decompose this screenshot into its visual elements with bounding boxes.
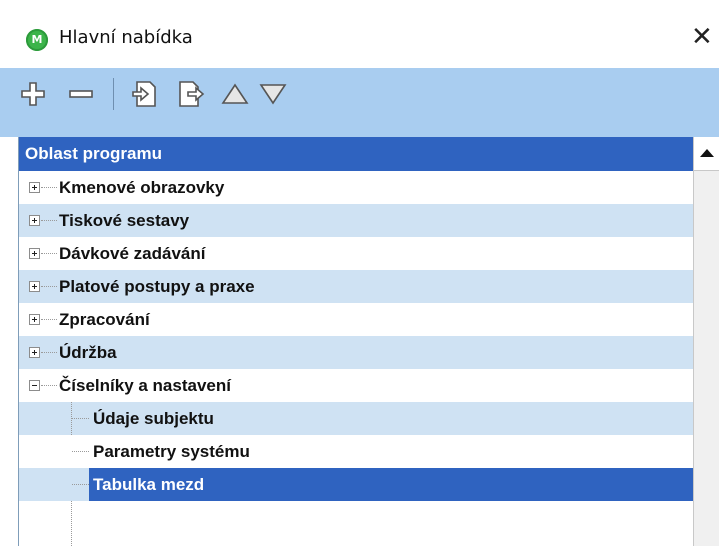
window-title: Hlavní nabídka xyxy=(59,27,193,48)
tree-item-label: Číselníky a nastavení xyxy=(59,376,231,395)
panel-gap xyxy=(0,120,719,137)
tree-item-label: Parametry systému xyxy=(93,442,250,461)
tree-item-davkove-zadavani[interactable]: Dávkové zadávání xyxy=(19,237,694,270)
import-button[interactable] xyxy=(130,79,160,109)
title-bar: M Hlavní nabídka ✕ xyxy=(0,0,719,68)
main-menu-window: M Hlavní nabídka ✕ Oblast programu Kmeno… xyxy=(0,0,719,546)
expand-plus-icon[interactable] xyxy=(29,314,40,325)
tree-item-label: Tiskové sestavy xyxy=(59,211,190,230)
tree-connector xyxy=(41,385,57,387)
expand-plus-icon[interactable] xyxy=(29,182,40,193)
scroll-up-button[interactable] xyxy=(694,137,719,171)
tree-connector xyxy=(41,187,57,189)
remove-icon xyxy=(69,90,93,98)
tree-item-tiskove-sestavy[interactable]: Tiskové sestavy xyxy=(19,204,694,237)
export-icon xyxy=(179,81,205,107)
app-logo-icon: M xyxy=(26,29,48,51)
tree-child-parametry-systemu[interactable]: Parametry systému xyxy=(19,435,694,468)
tree-column-header[interactable]: Oblast programu xyxy=(19,137,694,171)
toolbar-separator xyxy=(113,78,114,110)
tree-child-tabulka-mezd[interactable]: Tabulka mezd xyxy=(19,468,694,501)
tree-item-kmenove-obrazovky[interactable]: Kmenové obrazovky xyxy=(19,171,694,204)
export-button[interactable] xyxy=(176,79,206,109)
tree-item-label: Zpracování xyxy=(59,310,150,329)
tree-item-label: Kmenové obrazovky xyxy=(59,178,225,197)
expand-plus-icon[interactable] xyxy=(29,248,40,259)
tree-item-udrzba[interactable]: Údržba xyxy=(19,336,694,369)
tree-item-label: Údaje subjektu xyxy=(93,409,214,428)
expand-plus-icon[interactable] xyxy=(29,281,40,292)
move-up-button[interactable] xyxy=(220,79,250,109)
tree-item-platove-postupy[interactable]: Platové postupy a praxe xyxy=(19,270,694,303)
collapse-minus-icon[interactable] xyxy=(29,380,40,391)
tree-child-udaje-subjektu[interactable]: Údaje subjektu xyxy=(19,402,694,435)
tree-connector xyxy=(41,286,57,288)
move-down-button[interactable] xyxy=(258,79,288,109)
tree-connector xyxy=(41,319,57,321)
tree-item-label: Údržba xyxy=(59,343,117,362)
remove-button[interactable] xyxy=(66,79,96,109)
close-button[interactable]: ✕ xyxy=(691,22,713,52)
import-icon xyxy=(132,81,156,107)
expand-plus-icon[interactable] xyxy=(29,347,40,358)
tree-connector xyxy=(41,220,57,222)
tree-item-label-selected: Tabulka mezd xyxy=(93,475,205,494)
toolbar xyxy=(0,68,719,120)
app-logo-letter: M xyxy=(31,33,43,46)
tree-item-label: Dávkové zadávání xyxy=(59,244,206,263)
tree-connector xyxy=(41,352,57,354)
tree-connector xyxy=(72,484,89,486)
vertical-scrollbar[interactable] xyxy=(693,137,719,546)
add-button[interactable] xyxy=(18,79,48,109)
add-icon xyxy=(21,82,45,106)
tree-connector xyxy=(72,451,89,453)
expand-plus-icon[interactable] xyxy=(29,215,40,226)
tree-connector xyxy=(72,418,89,420)
move-down-icon xyxy=(259,84,287,105)
tree-item-zpracovani[interactable]: Zpracování xyxy=(19,303,694,336)
tree-item-label: Platové postupy a praxe xyxy=(59,277,255,296)
move-up-icon xyxy=(221,83,249,104)
program-area-tree: Oblast programu Kmenové obrazovky Tiskov… xyxy=(18,137,694,546)
tree-connector xyxy=(41,253,57,255)
tree-item-ciselniky-a-nastaveni[interactable]: Číselníky a nastavení xyxy=(19,369,694,402)
arrow-up-icon xyxy=(700,149,714,157)
